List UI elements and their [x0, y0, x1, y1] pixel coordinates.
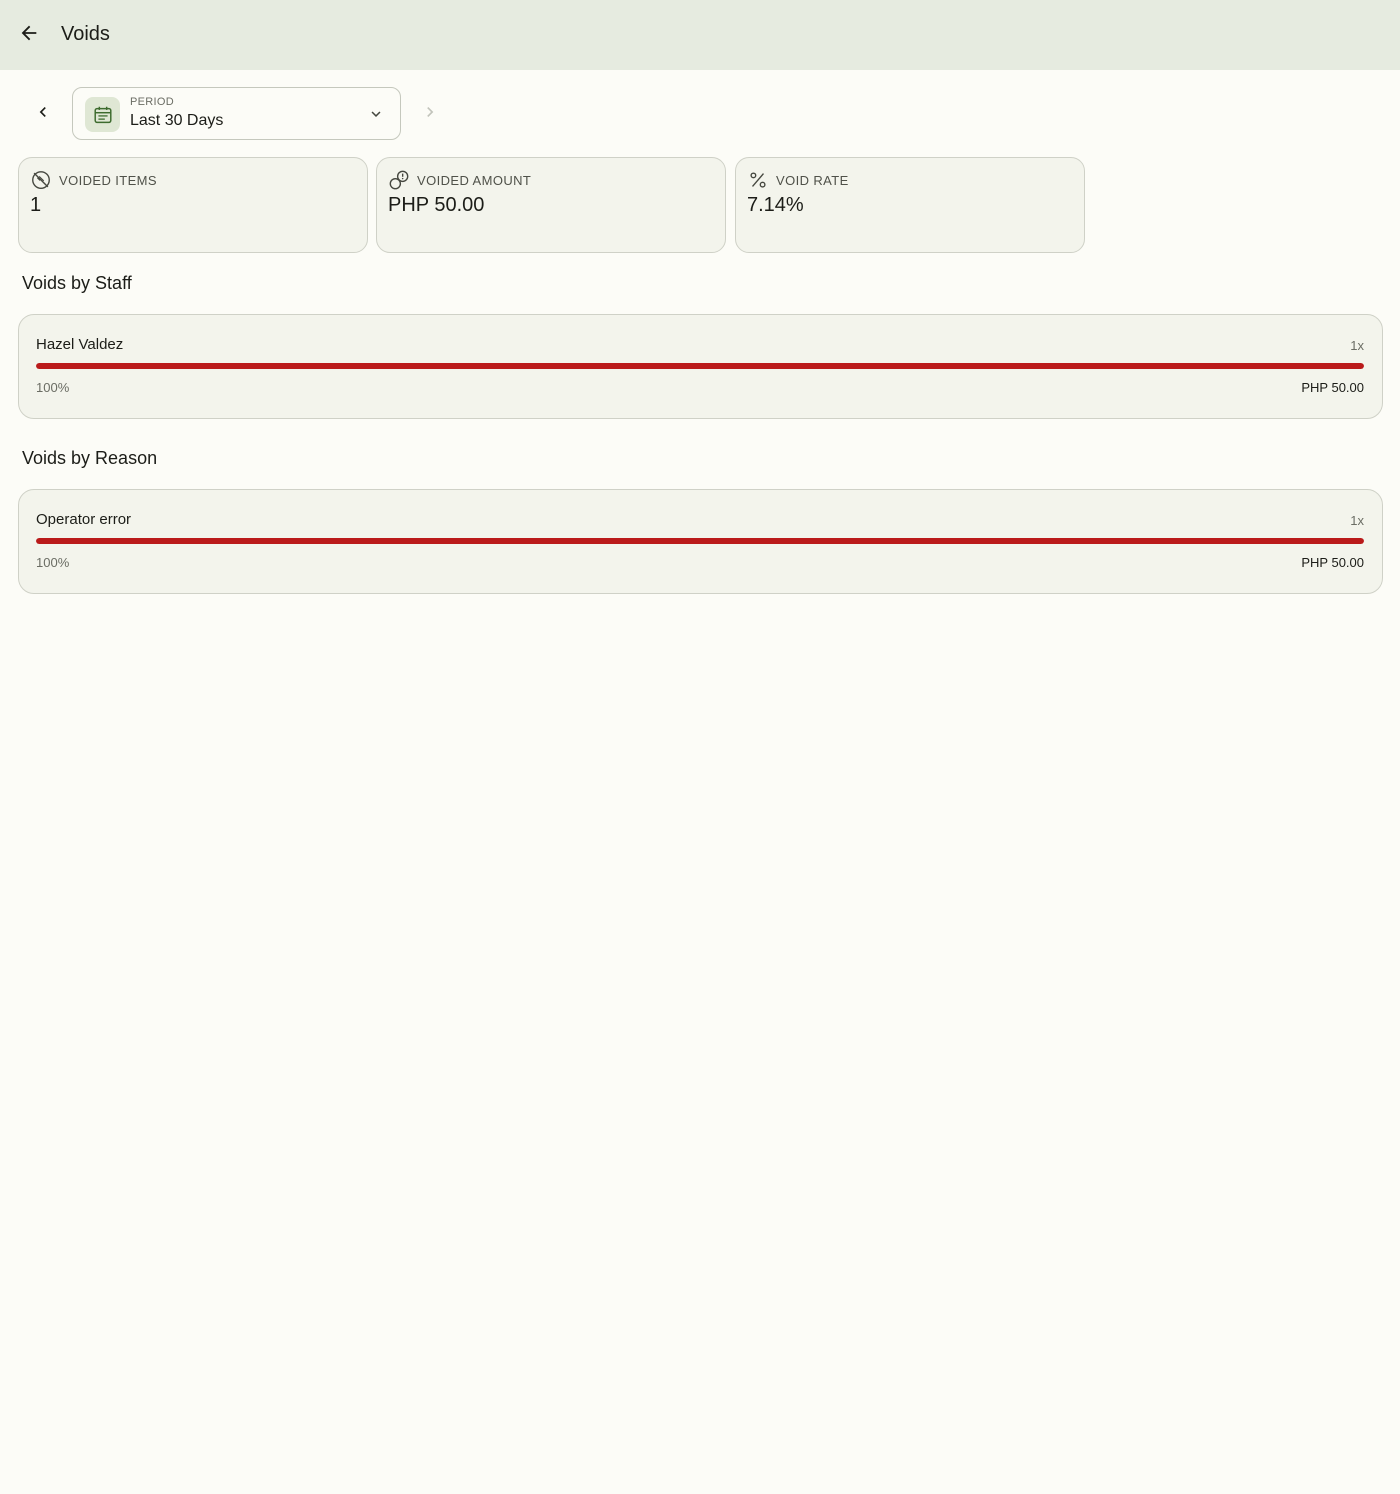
- staff-name: Hazel Valdez: [36, 336, 124, 353]
- calendar-icon: [85, 97, 120, 132]
- reason-breakdown-row: Operator error 1x 100% PHP 50.00: [18, 489, 1383, 594]
- staff-breakdown-row: Hazel Valdez 1x 100% PHP 50.00: [18, 314, 1383, 419]
- period-dropdown[interactable]: PERIOD Last 30 Days: [72, 87, 401, 140]
- void-amount: PHP 50.00: [1301, 555, 1364, 570]
- percent-icon: [747, 169, 769, 191]
- back-button[interactable]: [14, 20, 44, 50]
- void-count: 1x: [1350, 513, 1364, 528]
- period-label: PERIOD: [130, 96, 174, 108]
- share-bar-fill: [36, 538, 1364, 544]
- stat-value: PHP 50.00: [388, 194, 485, 216]
- period-value: Last 30 Days: [130, 112, 224, 129]
- stat-label: VOIDED AMOUNT: [417, 172, 532, 188]
- next-period-button[interactable]: [417, 101, 443, 127]
- stat-card-voided-items: VOIDED ITEMS 1: [18, 157, 368, 253]
- stat-label: VOID RATE: [776, 172, 849, 188]
- chevron-left-icon: [33, 102, 53, 127]
- void-amount: PHP 50.00: [1301, 380, 1364, 395]
- chevron-down-icon: [366, 104, 386, 124]
- app-bar: Voids: [0, 0, 1400, 70]
- stat-label: VOIDED ITEMS: [59, 172, 157, 188]
- previous-period-button[interactable]: [30, 101, 56, 127]
- stat-value: 1: [30, 194, 42, 216]
- stat-card-void-rate: VOID RATE 7.14%: [735, 157, 1085, 253]
- page-title: Voids: [61, 23, 110, 45]
- void-count: 1x: [1350, 338, 1364, 353]
- section-title-reason: Voids by Reason: [22, 448, 158, 468]
- stat-value: 7.14%: [747, 194, 804, 216]
- block-icon: [30, 169, 52, 191]
- share-bar-fill: [36, 363, 1364, 369]
- money-off-icon: [388, 169, 410, 191]
- share-percent: 100%: [36, 380, 70, 395]
- share-bar: [36, 363, 1364, 369]
- share-bar: [36, 538, 1364, 544]
- arrow-left-icon: [18, 22, 40, 49]
- share-percent: 100%: [36, 555, 70, 570]
- chevron-right-icon: [420, 102, 440, 127]
- section-title-staff: Voids by Staff: [22, 273, 132, 293]
- reason-name: Operator error: [36, 511, 132, 528]
- stat-card-voided-amount: VOIDED AMOUNT PHP 50.00: [376, 157, 726, 253]
